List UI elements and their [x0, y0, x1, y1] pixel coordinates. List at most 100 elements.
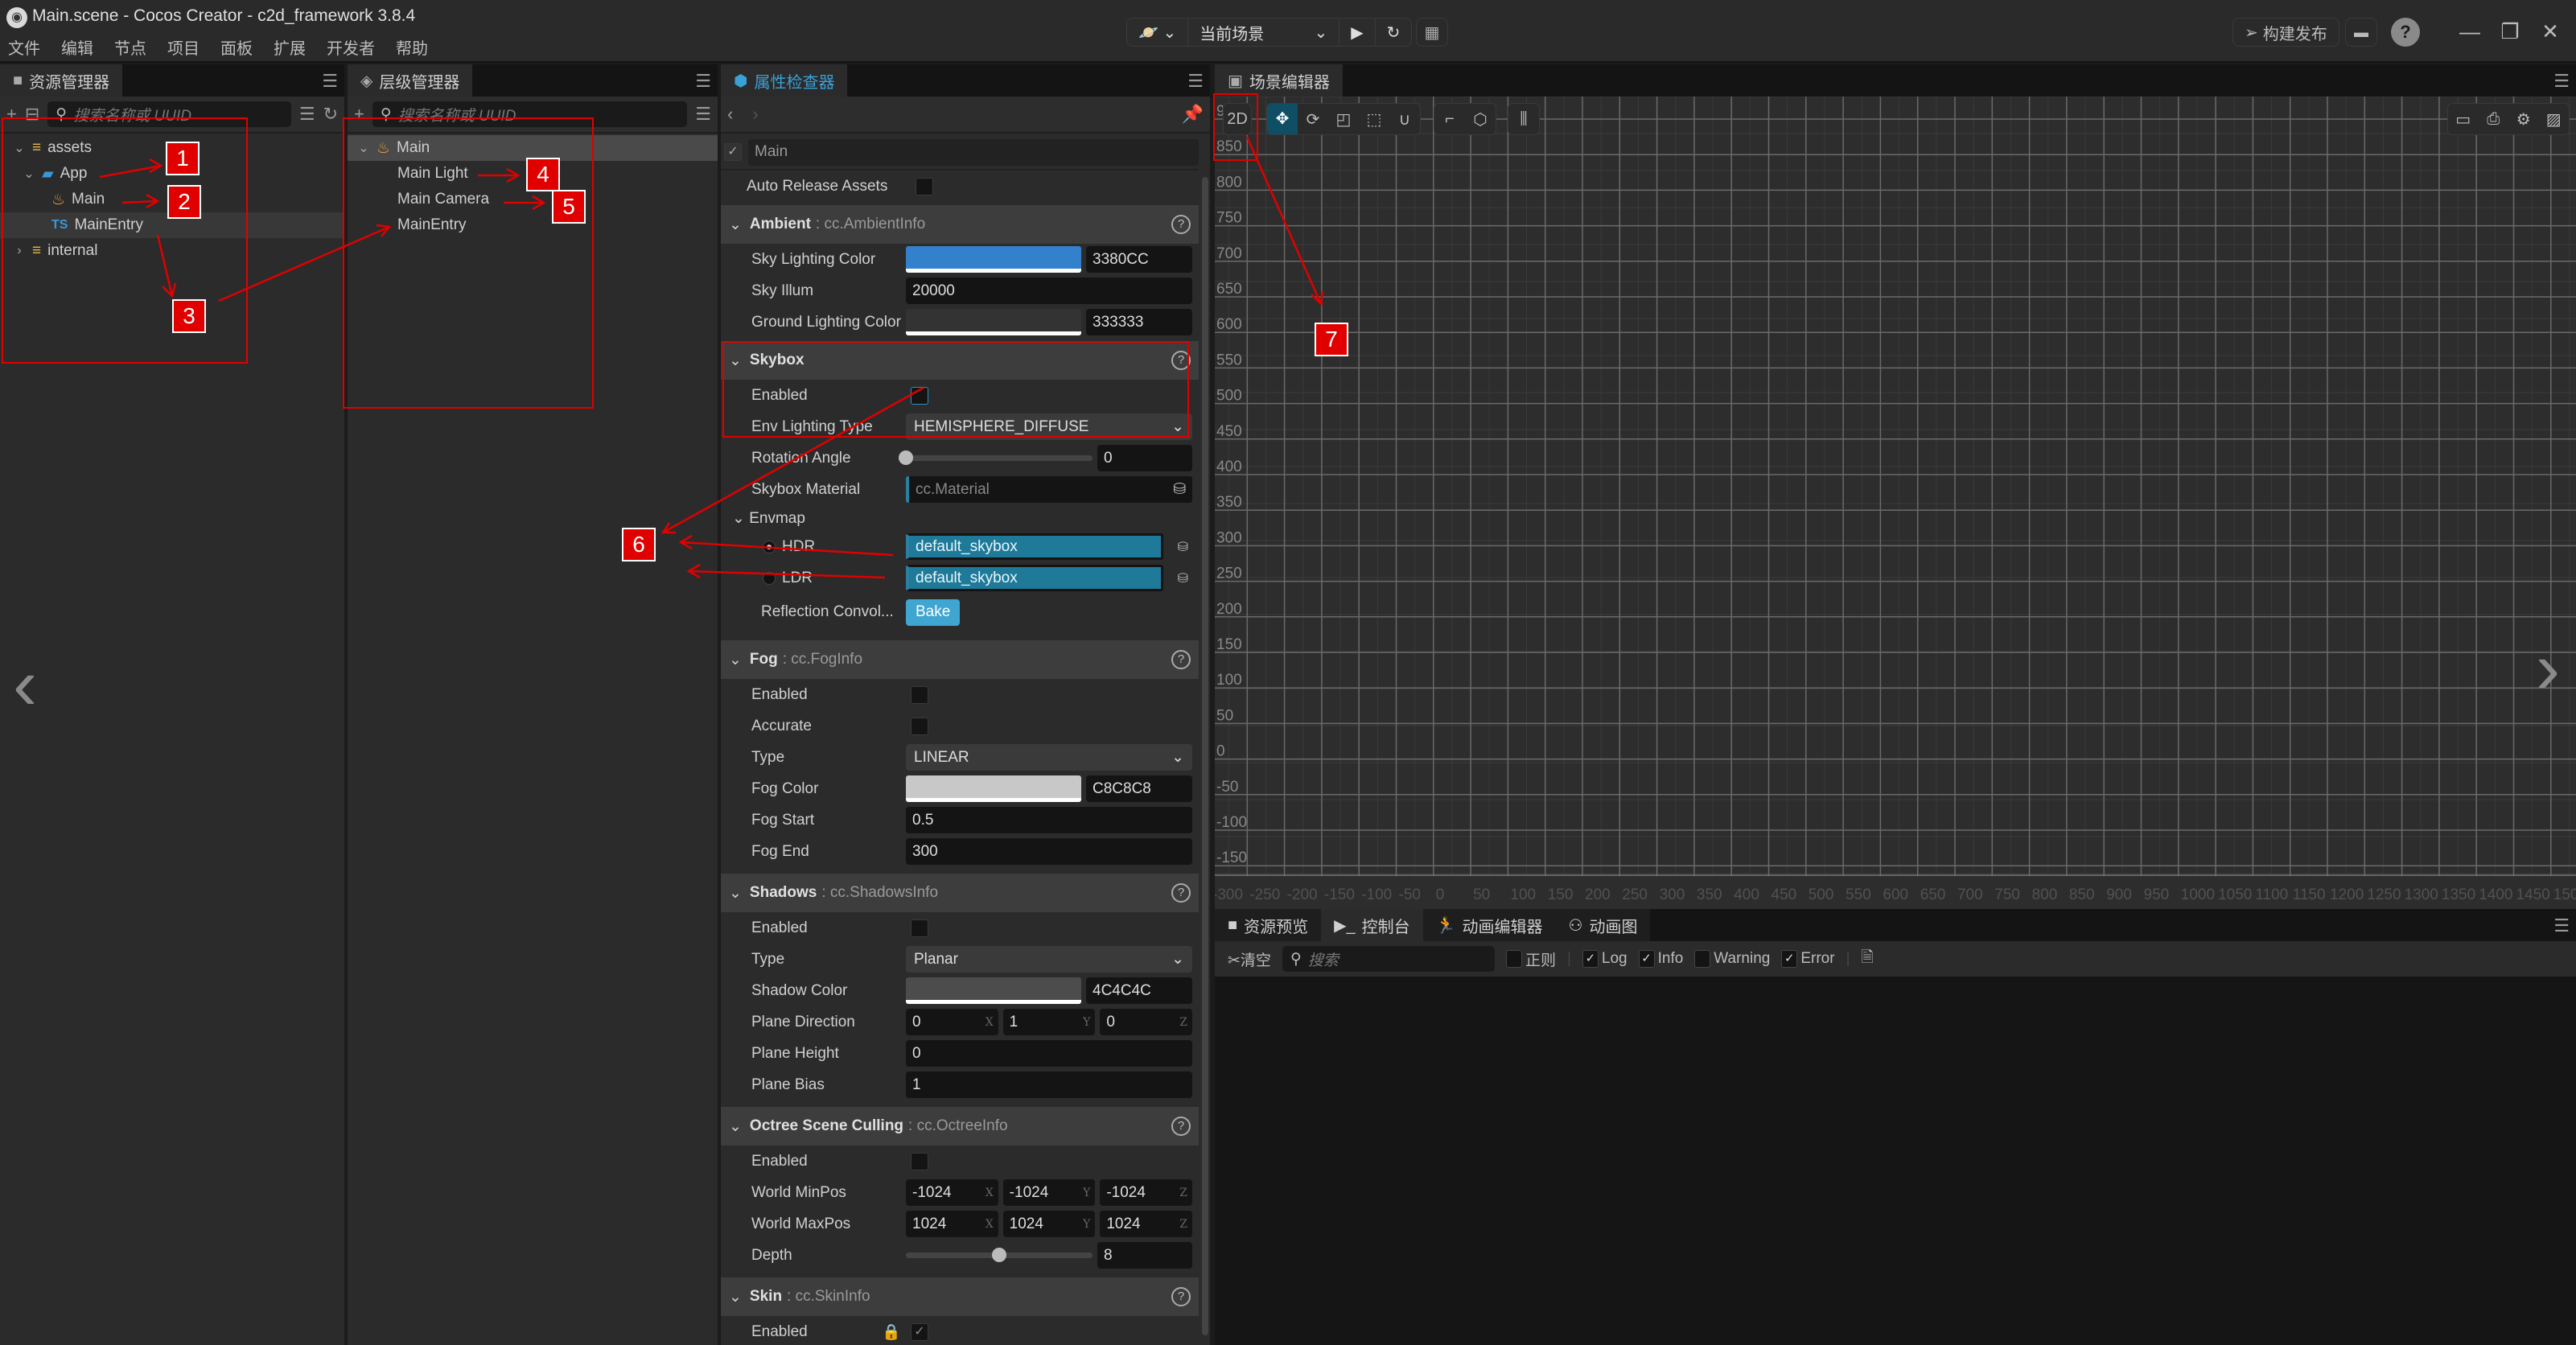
menu-file[interactable]: 文件 — [8, 35, 40, 59]
scene-grid[interactable]: -300-250-200-150-100-5005010015020025030… — [1215, 97, 2576, 909]
scale-tool-icon[interactable]: ◰ — [1328, 109, 1359, 130]
filter-info[interactable]: ✓ Info — [1638, 950, 1683, 968]
rotation-angle-slider[interactable] — [899, 445, 1093, 471]
tab-animation-graph[interactable]: ⚇ 动画图 — [1555, 909, 1651, 941]
sort-button[interactable]: ☰ — [695, 104, 711, 125]
world-maxpos-z[interactable]: 1024 Z — [1100, 1211, 1193, 1237]
shadows-enabled-checkbox[interactable] — [911, 919, 928, 937]
hex-input[interactable]: 4C4C4C — [1086, 977, 1192, 1004]
rotate-tool-icon[interactable]: ⟳ — [1298, 109, 1328, 130]
platform-select[interactable]: 🪐 ⌄ — [1127, 19, 1189, 46]
tab-console[interactable]: ▶_ 控制台 — [1321, 909, 1423, 941]
menu-extension[interactable]: 扩展 — [274, 35, 306, 59]
help-icon[interactable]: ? — [1171, 883, 1191, 903]
color-swatch[interactable] — [906, 246, 1081, 273]
node-name-input[interactable]: Main — [748, 138, 1199, 166]
align-icon[interactable]: ⫼ — [1508, 110, 1539, 129]
hdr-radio[interactable] — [763, 540, 776, 553]
tab-animation-editor[interactable]: 🏃 动画编辑器 — [1422, 909, 1556, 941]
plane-direction-z[interactable]: 0Z — [1100, 1009, 1193, 1035]
world-maxpos-y[interactable]: 1024 Y — [1002, 1211, 1096, 1237]
skybox-material-asset-field[interactable]: cc.Material ⛁ — [906, 476, 1192, 503]
settings-gear-icon[interactable]: ⚙ — [2508, 109, 2539, 130]
world-minpos-z[interactable]: -1024 Z — [1100, 1179, 1193, 1206]
slider-thumb[interactable] — [899, 450, 913, 465]
move-tool-icon[interactable]: ✥ — [1267, 104, 1298, 134]
world-minpos-y[interactable]: -1024 Y — [1002, 1179, 1096, 1206]
hex-input[interactable]: C8C8C8 — [1086, 775, 1192, 802]
menu-panel[interactable]: 面板 — [220, 35, 253, 59]
back-arrow-icon[interactable]: ‹ — [727, 104, 733, 125]
world-maxpos-x[interactable]: 1024 X — [906, 1211, 998, 1237]
inspector-scrollbar[interactable] — [1202, 177, 1208, 1335]
filter-checkbox[interactable] — [1694, 950, 1711, 968]
fog-accurate-checkbox[interactable] — [911, 717, 928, 735]
hex-input[interactable]: 3380CC — [1086, 246, 1192, 273]
refresh-button[interactable]: ↻ — [1376, 19, 1412, 46]
filter-warning[interactable]: Warning — [1694, 950, 1770, 968]
plane-direction-y[interactable]: 1Y — [1002, 1009, 1096, 1035]
color-swatch[interactable] — [906, 775, 1081, 802]
menu-node[interactable]: 节点 — [114, 35, 146, 59]
asset-picker-icon[interactable]: ⛁ — [1178, 539, 1188, 555]
panel-menu-icon[interactable]: ☰ — [2553, 915, 2570, 936]
filter-checkbox[interactable] — [1505, 950, 1522, 968]
menu-help[interactable]: 帮助 — [396, 35, 428, 59]
camera-icon[interactable]: ⎙ — [2479, 110, 2509, 129]
skin-section-header[interactable]: ⌄ Skin: cc.SkinInfo? — [721, 1277, 1199, 1316]
fog-enabled-checkbox[interactable] — [911, 685, 928, 704]
shadows-type-select[interactable]: Planar ⌄ — [906, 946, 1192, 973]
scene-settings-icon[interactable]: ▨ — [2539, 109, 2570, 130]
world-minpos-x[interactable]: -1024 X — [906, 1179, 998, 1206]
number-input[interactable]: 8 — [1097, 1242, 1192, 1269]
forward-arrow-icon[interactable]: › — [752, 104, 758, 125]
menu-edit[interactable]: 编辑 — [61, 35, 93, 59]
panel-menu-icon[interactable]: ☰ — [322, 71, 338, 92]
open-folder-button[interactable]: ▬ — [2345, 18, 2377, 47]
tab-asset-preview[interactable]: ■ 资源预览 — [1215, 909, 1322, 941]
fog-type-select[interactable]: LINEAR ⌄ — [906, 744, 1192, 771]
qr-code-button[interactable]: ▦ — [1416, 18, 1448, 47]
color-swatch[interactable] — [906, 977, 1081, 1004]
bake-button[interactable]: Bake — [906, 598, 961, 626]
envmap-group[interactable]: ⌄ Envmap — [732, 509, 885, 528]
ldr-asset-field[interactable]: default_skybox ⛁ — [906, 565, 1188, 591]
number-input[interactable]: 20000 — [906, 278, 1192, 304]
depth-slider[interactable] — [906, 1242, 1093, 1269]
previous-arrow-icon[interactable]: ‹ — [13, 644, 37, 726]
number-input[interactable]: 1 — [906, 1071, 1192, 1098]
auto-release-checkbox[interactable] — [916, 177, 933, 195]
fog-section-header[interactable]: ⌄ Fog: cc.FogInfo? — [721, 640, 1199, 679]
filter-checkbox[interactable]: ✓ — [1781, 950, 1798, 968]
number-input[interactable]: 300 — [906, 838, 1192, 865]
tab-assets[interactable]: ■ 资源管理器 — [0, 64, 123, 97]
local-global-icon[interactable]: ⬡ — [1465, 109, 1496, 130]
minimize-button[interactable]: — — [2455, 19, 2484, 44]
ambient-section-header[interactable]: ⌄ Ambient: cc.AmbientInfo? — [721, 205, 1199, 244]
help-icon[interactable]: ? — [1171, 1117, 1191, 1136]
close-button[interactable]: ✕ — [2536, 19, 2565, 44]
tab-hierarchy[interactable]: ◈ 层级管理器 — [348, 64, 473, 97]
play-button[interactable]: ▶ — [1339, 19, 1376, 46]
shadows-section-header[interactable]: ⌄ Shadows: cc.ShadowsInfo? — [721, 874, 1199, 912]
rect-tool-icon[interactable]: ⬚ — [1359, 109, 1389, 130]
filter-checkbox[interactable]: ✓ — [1582, 950, 1599, 968]
actual-size-icon[interactable]: ▭ — [2448, 109, 2479, 130]
color-swatch[interactable] — [906, 309, 1081, 335]
pivot-icon[interactable]: ⌐ — [1434, 110, 1465, 129]
hdr-asset-field[interactable]: default_skybox ⛁ — [906, 533, 1188, 560]
snap-tool-icon[interactable]: ∪ — [1389, 109, 1420, 130]
plane-direction-x[interactable]: 0X — [906, 1009, 998, 1035]
skin-enabled-checkbox[interactable]: ✓ — [911, 1322, 928, 1341]
menu-project[interactable]: 项目 — [167, 35, 200, 59]
log-file-icon[interactable]: 🗎 — [1862, 946, 1874, 972]
help-icon[interactable]: ? — [1171, 1287, 1191, 1306]
sort-button[interactable]: ☰ — [299, 104, 315, 125]
help-icon[interactable]: ? — [1171, 650, 1191, 669]
panel-menu-icon[interactable]: ☰ — [695, 71, 711, 92]
pin-icon[interactable]: 📌 — [1182, 104, 1204, 125]
node-active-checkbox[interactable]: ✓ — [724, 143, 742, 161]
build-publish-button[interactable]: ➢ 构建发布 — [2232, 18, 2339, 47]
help-button[interactable]: ? — [2391, 18, 2420, 47]
tab-inspector[interactable]: ⬢ 属性检查器 — [721, 64, 848, 97]
